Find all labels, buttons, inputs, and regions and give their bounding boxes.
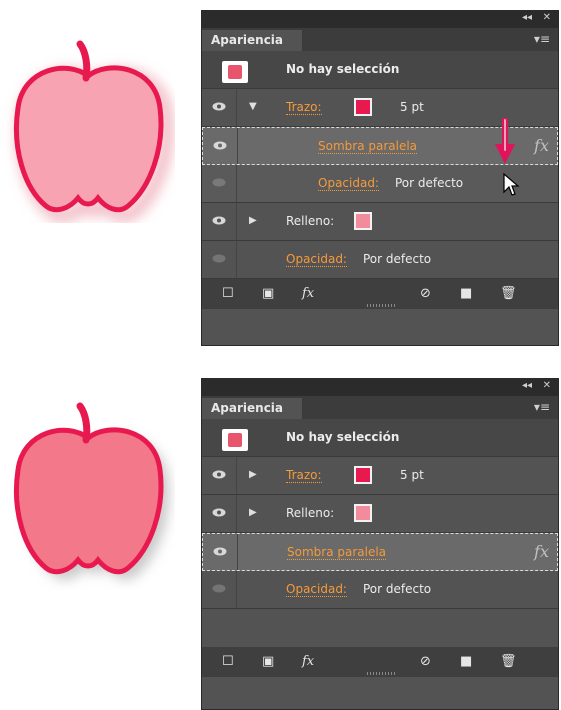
fill-color-swatch[interactable]: [354, 504, 372, 522]
selection-thumbnail: [222, 429, 248, 451]
fx-icon[interactable]: fx: [534, 542, 549, 561]
fx-icon[interactable]: fx: [534, 136, 549, 155]
drop-shadow-label-link[interactable]: Sombra paralela: [318, 139, 418, 154]
clear-appearance-icon[interactable]: ⊘: [420, 287, 431, 301]
panel-titlebar: ◂◂ ✕: [202, 11, 558, 28]
add-effect-icon[interactable]: fx: [302, 655, 314, 669]
expand-triangle-right-icon[interactable]: ▶: [249, 507, 257, 518]
fill-row[interactable]: ▶ Relleno:: [202, 203, 558, 241]
delete-trash-icon[interactable]: 🗑: [500, 655, 517, 669]
add-new-fill-icon[interactable]: ▣: [262, 655, 274, 669]
tab-apariencia[interactable]: Apariencia: [202, 398, 302, 419]
apple-illustration-bottom: [13, 402, 169, 580]
tab-apariencia[interactable]: Apariencia: [202, 30, 302, 51]
panel-menu-icon[interactable]: ▾≡: [534, 33, 550, 45]
expand-triangle-right-icon[interactable]: ▶: [249, 469, 257, 480]
panel-tab-row: Apariencia ▾≡: [202, 396, 558, 419]
resize-grip[interactable]: [367, 672, 397, 675]
close-icon[interactable]: ✕: [543, 12, 551, 23]
stroke-row[interactable]: ▶ Trazo: 5 pt: [202, 457, 558, 495]
stroke-weight-value: 5 pt: [400, 468, 424, 482]
clear-appearance-icon[interactable]: ⊘: [420, 655, 431, 669]
opacity-value: Por defecto: [363, 252, 432, 266]
collapse-icon[interactable]: ◂◂: [522, 12, 532, 23]
resize-grip[interactable]: [367, 304, 397, 307]
expand-triangle-down-icon[interactable]: ▼: [249, 101, 257, 112]
visibility-eye-icon[interactable]: [213, 547, 227, 556]
visibility-eye-icon[interactable]: [213, 141, 227, 150]
panel-footer-toolbar: ☐ ▣ fx ⊘ ■ 🗑: [202, 279, 558, 309]
fill-color-swatch[interactable]: [354, 212, 372, 230]
panel-tab-row: Apariencia ▾≡: [202, 28, 558, 51]
fill-row[interactable]: ▶ Relleno:: [202, 495, 558, 533]
visibility-eye-icon[interactable]: [212, 178, 226, 187]
delete-trash-icon[interactable]: 🗑: [500, 287, 517, 301]
selection-status-label: No hay selección: [286, 430, 400, 444]
stroke-color-swatch[interactable]: [354, 466, 372, 484]
opacity-label-link[interactable]: Opacidad:: [318, 176, 379, 191]
selection-header-row: No hay selección: [202, 419, 558, 457]
visibility-eye-icon[interactable]: [212, 584, 226, 593]
panel-menu-icon[interactable]: ▾≡: [534, 401, 550, 413]
empty-panel-area: [202, 609, 558, 647]
selection-thumbnail: [222, 61, 248, 83]
drop-shadow-label-link[interactable]: Sombra paralela: [287, 545, 387, 560]
opacity-row[interactable]: Opacidad: Por defecto: [202, 571, 558, 609]
visibility-eye-icon[interactable]: [212, 470, 226, 479]
fill-label: Relleno:: [286, 214, 335, 228]
stroke-label-link[interactable]: Trazo:: [286, 468, 322, 483]
add-new-fill-icon[interactable]: ▣: [262, 287, 274, 301]
opacity-label-link[interactable]: Opacidad:: [286, 252, 347, 267]
visibility-eye-icon[interactable]: [212, 216, 226, 225]
visibility-eye-icon[interactable]: [212, 254, 226, 263]
close-icon[interactable]: ✕: [543, 380, 551, 391]
expand-triangle-right-icon[interactable]: ▶: [249, 215, 257, 226]
opacity-label-link[interactable]: Opacidad:: [286, 582, 347, 597]
visibility-eye-icon[interactable]: [212, 508, 226, 517]
visibility-eye-icon[interactable]: [212, 102, 226, 111]
selection-status-label: No hay selección: [286, 62, 400, 76]
panel-footer-toolbar: ☐ ▣ fx ⊘ ■ 🗑: [202, 647, 558, 677]
appearance-panel-bottom: ◂◂ ✕ Apariencia ▾≡ No hay selección ▶ Tr…: [201, 378, 559, 710]
stroke-color-swatch[interactable]: [354, 98, 372, 116]
mouse-cursor-icon: [503, 172, 520, 196]
opacity-value: Por defecto: [363, 582, 432, 596]
stroke-label-link[interactable]: Trazo:: [286, 100, 322, 115]
duplicate-item-icon[interactable]: ■: [460, 655, 472, 669]
drop-shadow-row[interactable]: Sombra paralela fx: [202, 533, 558, 571]
opacity-row[interactable]: Opacidad: Por defecto: [202, 241, 558, 279]
panel-titlebar: ◂◂ ✕: [202, 379, 558, 396]
add-new-stroke-icon[interactable]: ☐: [222, 655, 234, 669]
drag-down-arrow-icon: [495, 118, 515, 164]
opacity-value: Por defecto: [395, 176, 464, 190]
collapse-icon[interactable]: ◂◂: [522, 380, 532, 391]
add-new-stroke-icon[interactable]: ☐: [222, 287, 234, 301]
apple-illustration-top: [13, 40, 174, 223]
fill-label: Relleno:: [286, 506, 335, 520]
duplicate-item-icon[interactable]: ■: [460, 287, 472, 301]
selection-header-row: No hay selección: [202, 51, 558, 89]
add-effect-icon[interactable]: fx: [302, 287, 314, 301]
stroke-weight-value: 5 pt: [400, 100, 424, 114]
